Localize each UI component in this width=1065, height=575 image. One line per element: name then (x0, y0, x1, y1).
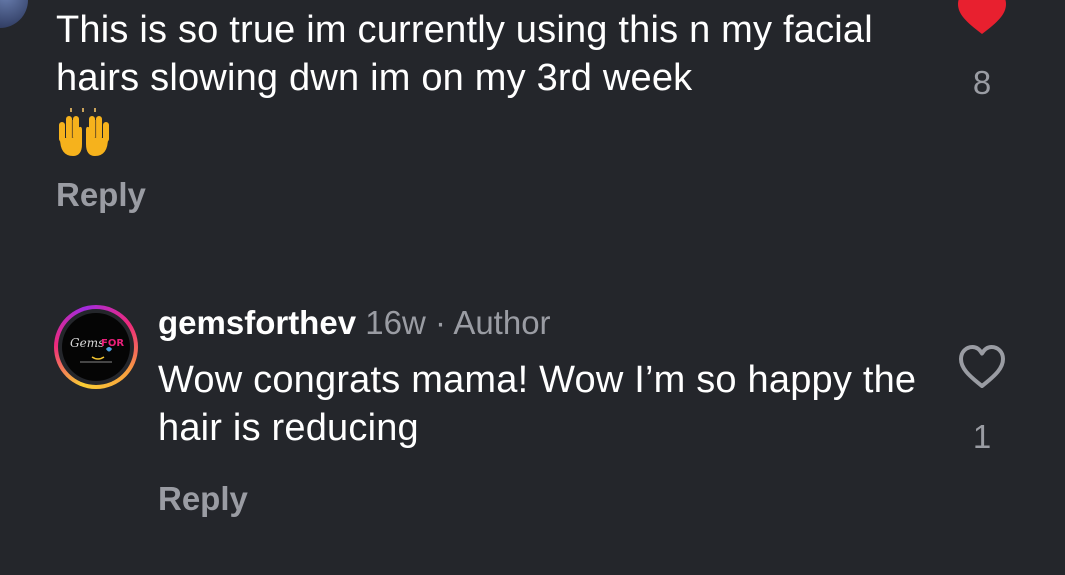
raising-hands-emoji-icon (56, 108, 112, 158)
heart-filled-icon[interactable] (956, 0, 1008, 36)
separator-dot: · (434, 304, 446, 341)
heart-outline-icon[interactable] (957, 344, 1007, 390)
comment-text: Wow congrats mama! Wow I’m so happy the … (158, 359, 917, 449)
comment-header: gemsforthev 16w · Author (158, 302, 551, 344)
author-badge: Author (453, 304, 551, 341)
comments-thread: This is so true im currently using this … (0, 0, 1065, 575)
reply-button[interactable]: Reply (158, 480, 248, 518)
like-count: 1 (972, 418, 992, 455)
comment-text: This is so true im currently using this … (56, 9, 873, 99)
avatar-logo: Gems FOR (62, 313, 130, 381)
svg-text:Gems: Gems (70, 336, 104, 350)
like-count: 8 (972, 64, 992, 101)
comment-age: 16w (365, 304, 426, 341)
reply-button[interactable]: Reply (56, 176, 146, 214)
commenter-avatar[interactable] (0, 0, 28, 28)
author-avatar[interactable]: Gems FOR (54, 305, 138, 389)
username[interactable]: gemsforthev (158, 304, 356, 341)
svg-text:FOR: FOR (101, 338, 124, 349)
